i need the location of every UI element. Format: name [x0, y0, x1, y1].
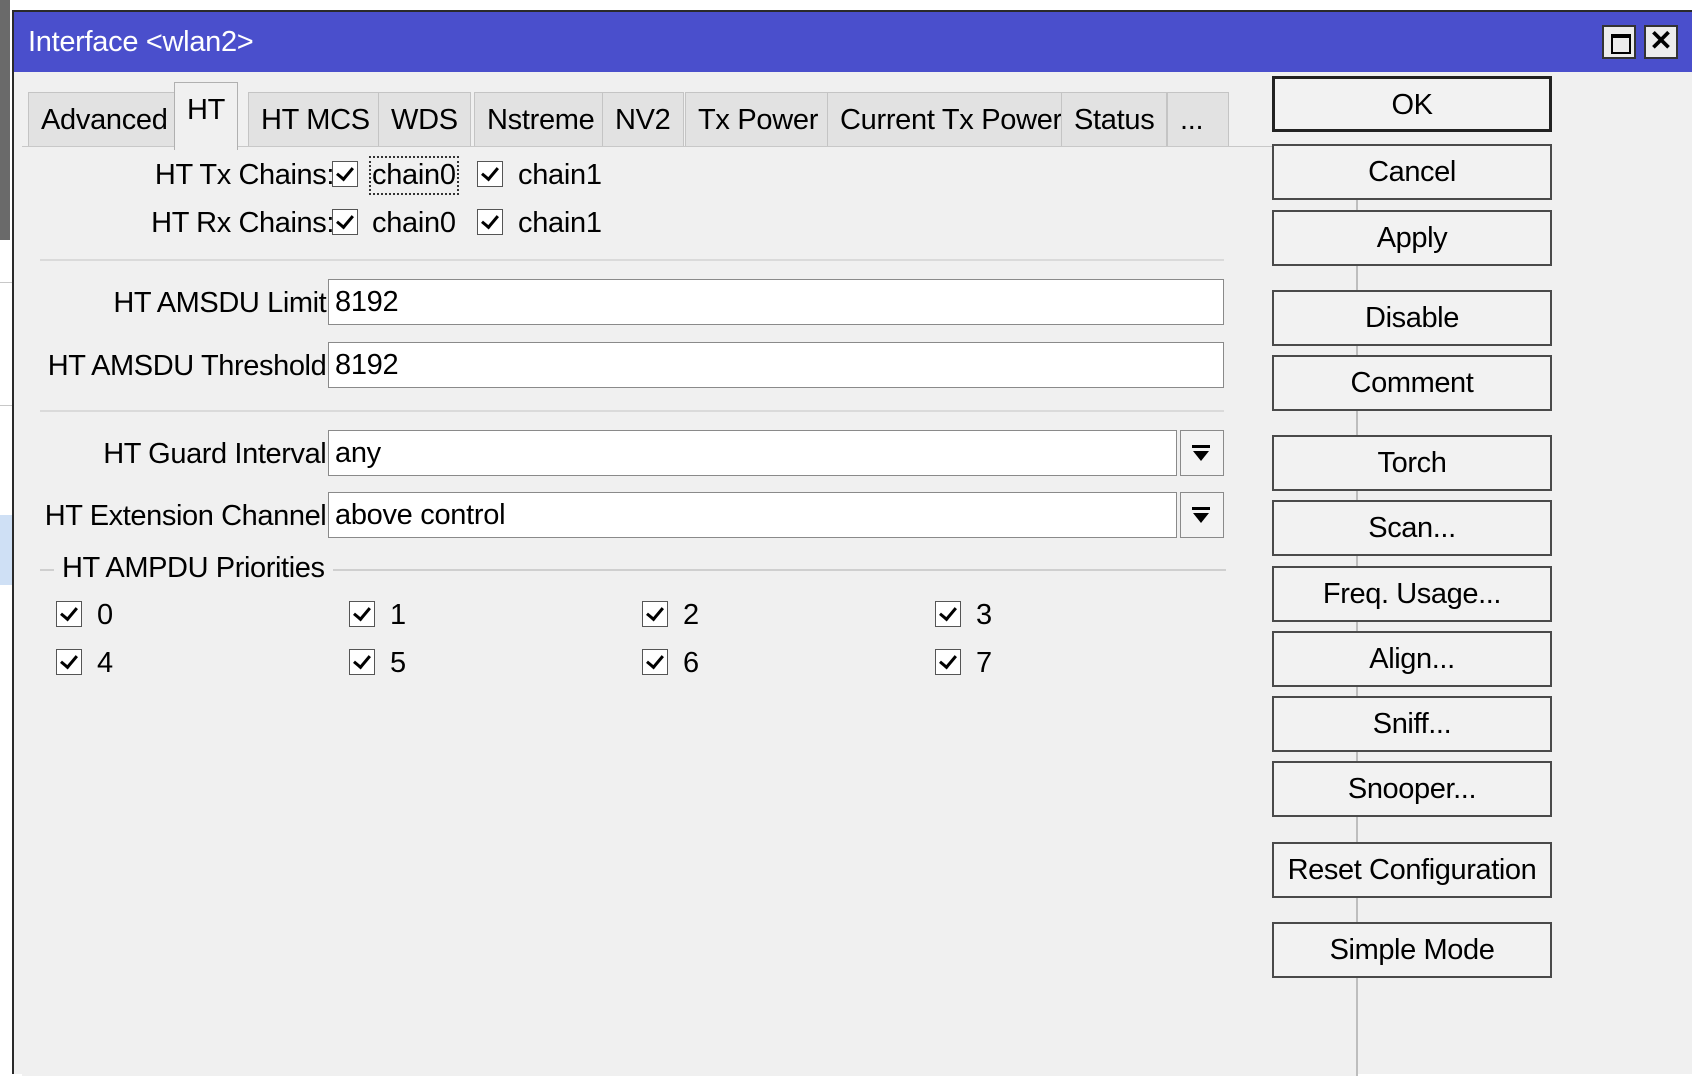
- comment-button[interactable]: Comment: [1272, 355, 1552, 411]
- tab-nv2[interactable]: NV2: [602, 92, 684, 148]
- simple-mode-button[interactable]: Simple Mode: [1272, 922, 1552, 978]
- reset-configuration-button[interactable]: Reset Configuration: [1272, 842, 1552, 898]
- torch-button[interactable]: Torch: [1272, 435, 1552, 491]
- ampdu-priority-checkbox[interactable]: [642, 601, 668, 627]
- rx-chain1-checkbox[interactable]: [477, 209, 503, 235]
- ht-tx-chains-label: HT Tx Chains:: [154, 159, 334, 191]
- ht-ampdu-priorities-title: HT AMPDU Priorities: [54, 552, 333, 585]
- ampdu-priority-label: 1: [390, 599, 406, 631]
- ampdu-priority-checkbox[interactable]: [935, 601, 961, 627]
- tab-ht[interactable]: HT: [174, 82, 239, 150]
- tab-wds[interactable]: WDS: [378, 92, 471, 148]
- ampdu-priority-label: 6: [683, 647, 699, 679]
- tab-tx-power[interactable]: Tx Power: [685, 92, 832, 148]
- interface-dialog: Interface <wlan2> ✕ Advanced HT HT MCS W…: [12, 10, 1692, 1076]
- ht-amsdu-threshold-label: HT AMSDU Threshold:: [47, 350, 335, 382]
- ampdu-priority-checkbox[interactable]: [642, 649, 668, 675]
- background-divider: [0, 282, 12, 283]
- ampdu-priority-checkbox[interactable]: [349, 649, 375, 675]
- ampdu-priority-label: 7: [976, 647, 992, 679]
- ampdu-priority-label: 2: [683, 599, 699, 631]
- ht-amsdu-threshold-input[interactable]: 8192: [328, 342, 1224, 388]
- ht-extension-channel-select[interactable]: above control: [328, 492, 1177, 538]
- tab-current-tx-power[interactable]: Current Tx Power: [827, 92, 1075, 148]
- ht-tab-panel: HT Tx Chains: chain0 chain1 HT Rx Chains…: [22, 146, 1358, 1076]
- tx-chain1-checkbox[interactable]: [477, 161, 503, 187]
- tx-chain0-checkbox[interactable]: [332, 161, 358, 187]
- ht-guard-interval-label: HT Guard Interval:: [103, 438, 334, 470]
- ampdu-priority-label: 4: [97, 647, 113, 679]
- rx-chain1-label[interactable]: chain1: [518, 207, 602, 240]
- ampdu-priority-checkbox[interactable]: [56, 601, 82, 627]
- window-title: Interface <wlan2>: [28, 26, 254, 58]
- ampdu-priority-checkbox[interactable]: [349, 601, 375, 627]
- snooper-button[interactable]: Snooper...: [1272, 761, 1552, 817]
- scan-button[interactable]: Scan...: [1272, 500, 1552, 556]
- title-bar: Interface <wlan2> ✕: [14, 12, 1692, 72]
- ht-amsdu-limit-input[interactable]: 8192: [328, 279, 1224, 325]
- ok-button[interactable]: OK: [1272, 76, 1552, 132]
- tab-ht-mcs[interactable]: HT MCS: [248, 92, 383, 148]
- sniff-button[interactable]: Sniff...: [1272, 696, 1552, 752]
- align-button[interactable]: Align...: [1272, 631, 1552, 687]
- ampdu-priority-checkbox[interactable]: [935, 649, 961, 675]
- cancel-button[interactable]: Cancel: [1272, 144, 1552, 200]
- background-scrollbar: [0, 0, 10, 240]
- ht-rx-chains-label: HT Rx Chains:: [151, 207, 334, 239]
- apply-button[interactable]: Apply: [1272, 210, 1552, 266]
- ht-extension-channel-label: HT Extension Channel:: [44, 500, 335, 532]
- rx-chain0-checkbox[interactable]: [332, 209, 358, 235]
- ampdu-priority-label: 5: [390, 647, 406, 679]
- maximize-icon[interactable]: [1602, 25, 1636, 59]
- tab-advanced[interactable]: Advanced: [28, 92, 181, 148]
- section-divider: [40, 410, 1224, 412]
- tx-chain1-label[interactable]: chain1: [518, 159, 602, 192]
- ht-guard-interval-select[interactable]: any: [328, 430, 1177, 476]
- ht-amsdu-limit-label: HT AMSDU Limit:: [113, 287, 334, 319]
- background-divider: [0, 405, 12, 406]
- background-selected-row: [0, 515, 12, 585]
- ampdu-priority-label: 0: [97, 599, 113, 631]
- rx-chain0-label[interactable]: chain0: [372, 207, 456, 240]
- tab-status[interactable]: Status: [1061, 92, 1168, 148]
- disable-button[interactable]: Disable: [1272, 290, 1552, 346]
- section-divider: [40, 259, 1224, 261]
- dropdown-arrow-icon[interactable]: [1180, 492, 1224, 538]
- tab-more[interactable]: ...: [1167, 92, 1229, 148]
- tab-nstreme[interactable]: Nstreme: [474, 92, 608, 148]
- ampdu-priority-checkbox[interactable]: [56, 649, 82, 675]
- dropdown-arrow-icon[interactable]: [1180, 430, 1224, 476]
- ampdu-priority-label: 3: [976, 599, 992, 631]
- freq-usage-button[interactable]: Freq. Usage...: [1272, 566, 1552, 622]
- tx-chain0-label[interactable]: chain0: [369, 156, 459, 195]
- close-icon[interactable]: ✕: [1644, 25, 1678, 59]
